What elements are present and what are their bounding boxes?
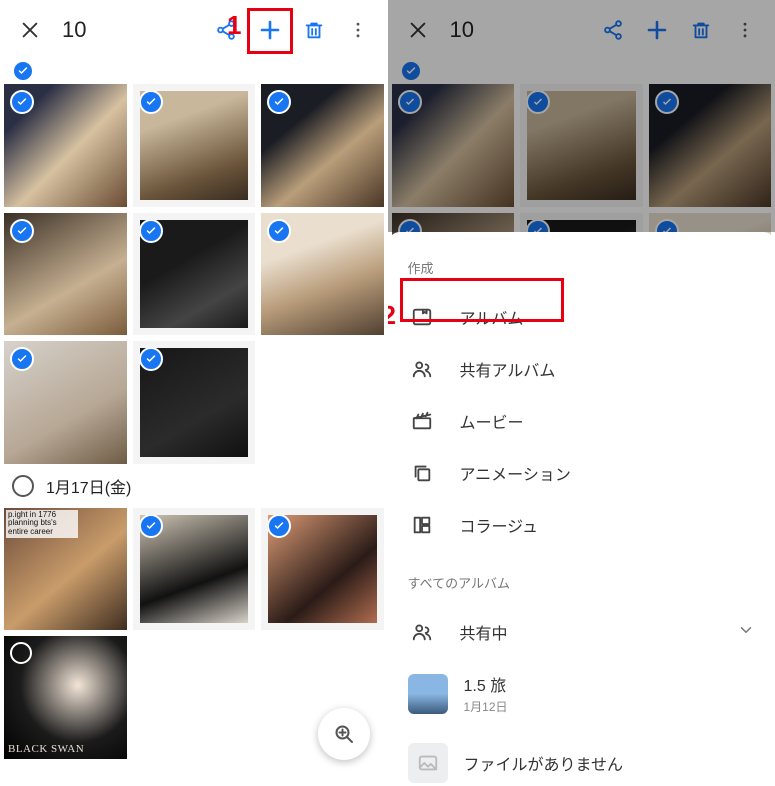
date-header-partial [388, 60, 775, 84]
photo-thumb[interactable] [4, 213, 127, 336]
overflow-icon[interactable] [338, 10, 378, 50]
photo-thumb[interactable] [261, 84, 384, 207]
menu-label: アルバム [460, 305, 756, 329]
menu-label: アニメーション [460, 461, 756, 485]
photo-thumb[interactable] [4, 341, 127, 464]
trash-icon [681, 10, 721, 50]
unchecked-circle-icon [12, 475, 34, 497]
selection-count: 10 [54, 17, 86, 43]
check-icon [10, 90, 34, 114]
album-icon [408, 306, 436, 328]
menu-label: 共有中 [460, 620, 714, 644]
image-placeholder-icon [408, 743, 448, 783]
check-icon [267, 90, 291, 114]
photo-thumb[interactable]: BLACK SWAN [4, 636, 127, 759]
screen-step-1: 10 [0, 0, 388, 786]
album-title: ファイルがありません [464, 751, 756, 775]
people-icon [408, 621, 436, 643]
check-icon [267, 514, 291, 538]
annotation-number: 1 [227, 10, 241, 41]
check-icon [139, 219, 163, 243]
add-to-icon[interactable] [250, 10, 290, 50]
close-icon[interactable] [10, 10, 50, 50]
date-label: 1月17日(金) [46, 474, 131, 498]
people-icon [408, 358, 436, 380]
menu-item-album[interactable]: アルバム [388, 291, 775, 343]
photo-thumb[interactable] [133, 341, 256, 464]
trash-icon[interactable] [294, 10, 334, 50]
photo-thumb[interactable]: p.ight in 1776 planning bts's entire car… [4, 508, 127, 631]
check-icon [139, 90, 163, 114]
menu-item-animation[interactable]: アニメーション [388, 447, 775, 499]
photo-thumb[interactable] [4, 84, 127, 207]
menu-item-sharing[interactable]: 共有中 [388, 606, 775, 658]
chevron-down-icon [737, 621, 755, 644]
collage-icon [408, 514, 436, 536]
screen-step-2: 10 [388, 0, 775, 786]
check-icon [267, 219, 291, 243]
section-header: すべてのアルバム [388, 551, 775, 606]
stack-icon [408, 462, 436, 484]
photo-grid [0, 84, 388, 464]
share-icon [593, 10, 633, 50]
menu-label: 共有アルバム [460, 357, 756, 381]
selection-topbar: 10 [0, 0, 388, 60]
poster-title: BLACK SWAN [8, 743, 84, 755]
overflow-icon [725, 10, 765, 50]
album-info: 1.5 旅 1月12日 [464, 672, 756, 715]
menu-label: ムービー [460, 409, 756, 433]
create-bottom-sheet: 作成 アルバム 共有アルバム ムービー [388, 232, 775, 786]
album-date: 1月12日 [464, 698, 756, 715]
menu-item-shared-album[interactable]: 共有アルバム [388, 343, 775, 395]
zoom-in-fab[interactable] [318, 708, 370, 760]
clapperboard-icon [408, 410, 436, 432]
album-title: 1.5 旅 [464, 672, 756, 696]
photo-thumb[interactable] [261, 508, 384, 631]
selection-count: 10 [442, 17, 474, 43]
check-icon [10, 219, 34, 243]
menu-item-movie[interactable]: ムービー [388, 395, 775, 447]
date-header-partial [0, 60, 388, 84]
unchecked-circle-icon [10, 642, 32, 664]
check-icon [139, 514, 163, 538]
photo-thumb[interactable] [133, 213, 256, 336]
add-to-icon [637, 10, 677, 50]
menu-label: コラージュ [460, 513, 756, 537]
album-thumb [408, 674, 448, 714]
album-list-item[interactable]: ファイルがありません [388, 729, 775, 786]
date-header[interactable]: 1月17日(金) [0, 464, 388, 508]
photo-thumb[interactable] [133, 508, 256, 631]
check-icon [10, 347, 34, 371]
meme-caption: p.ight in 1776 planning bts's entire car… [6, 510, 78, 538]
photo-thumb[interactable] [261, 213, 384, 336]
close-icon [398, 10, 438, 50]
section-header: 作成 [388, 252, 775, 291]
annotation-number: 2 [388, 300, 396, 331]
check-icon [139, 347, 163, 371]
photo-thumb[interactable] [133, 84, 256, 207]
album-list-item[interactable]: 1.5 旅 1月12日 [388, 658, 775, 729]
selection-topbar: 10 [388, 0, 775, 60]
menu-item-collage[interactable]: コラージュ [388, 499, 775, 551]
